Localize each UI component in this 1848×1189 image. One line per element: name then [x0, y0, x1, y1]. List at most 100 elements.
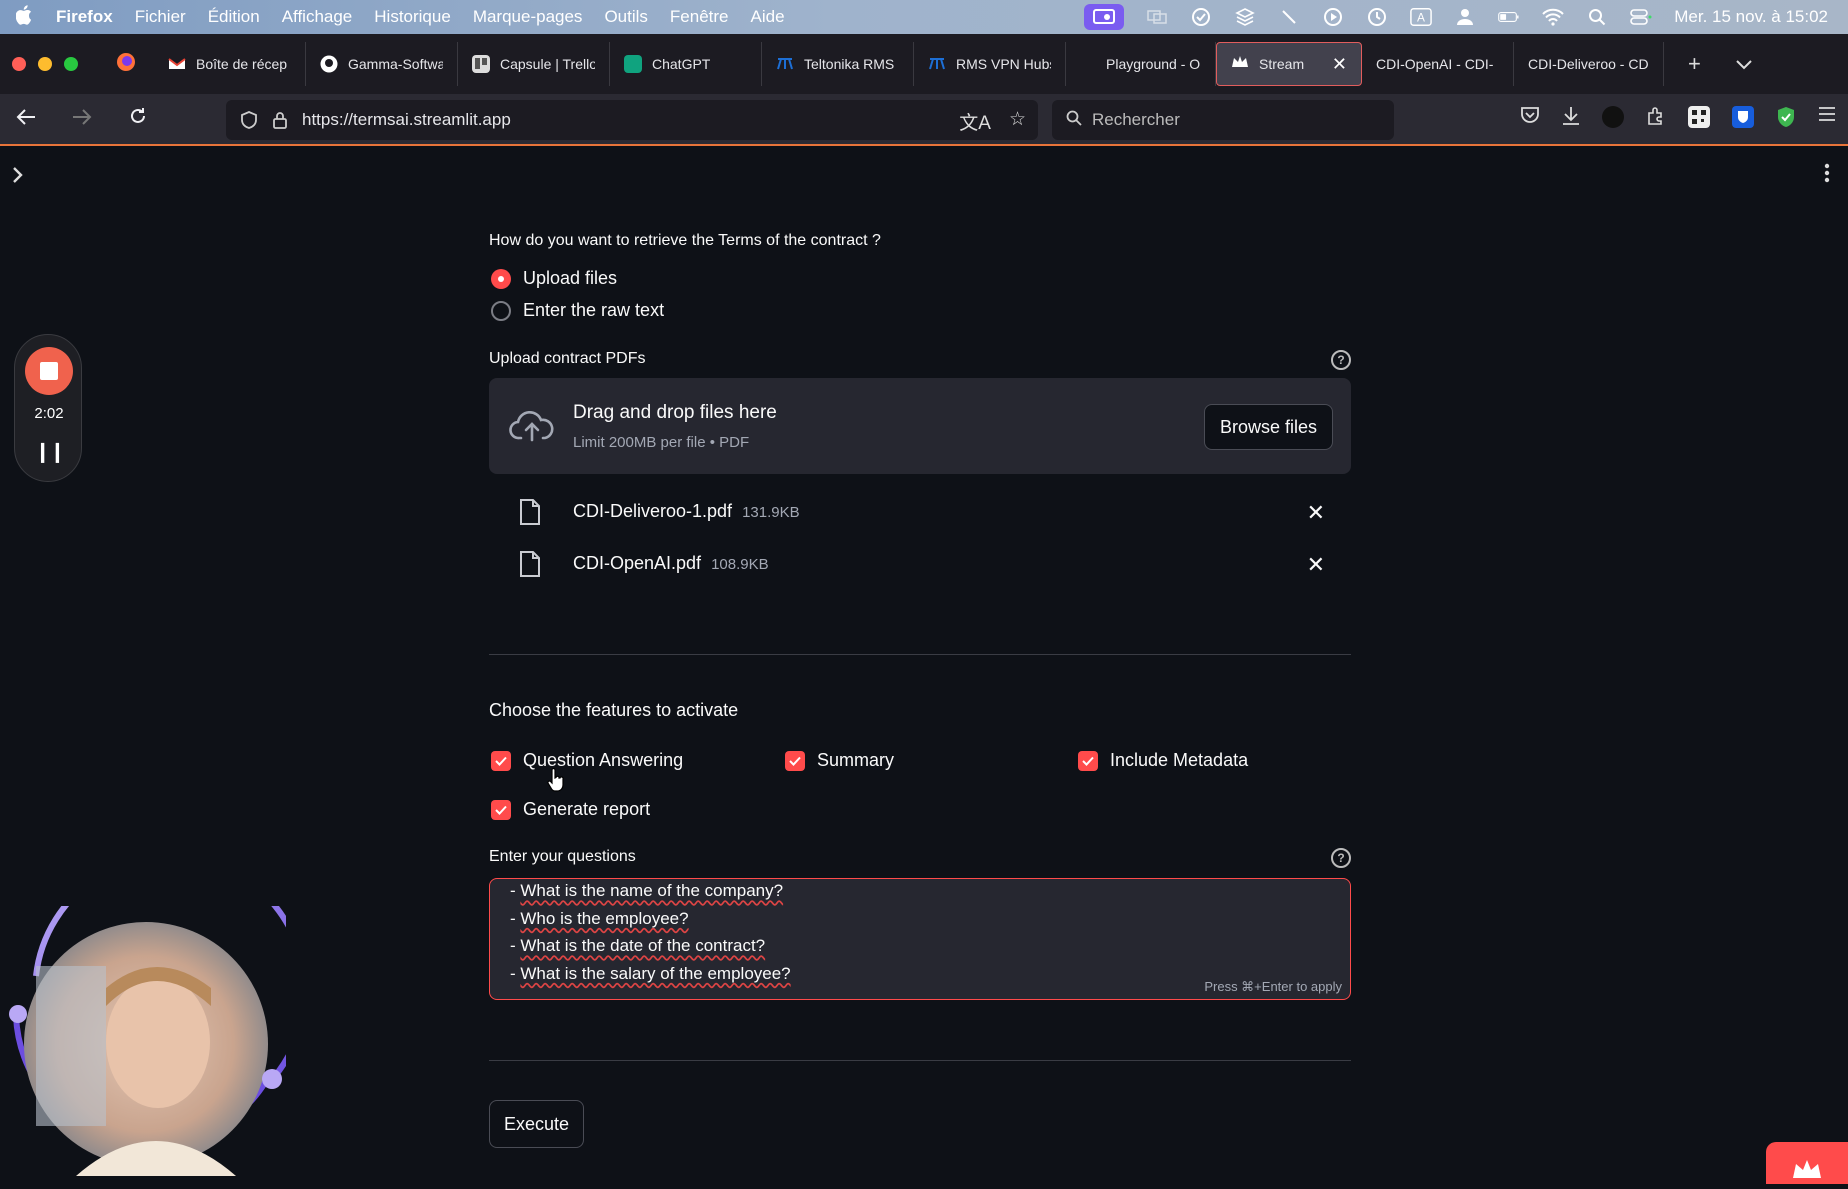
- adblock-shield-icon[interactable]: [1776, 106, 1796, 134]
- menu-fichier[interactable]: Fichier: [135, 7, 186, 27]
- search-icon: [1066, 110, 1082, 131]
- search-icon[interactable]: [1586, 6, 1608, 28]
- forward-arrow-icon[interactable]: [70, 106, 94, 132]
- kebab-menu-icon[interactable]: [1824, 162, 1830, 190]
- list-tabs-icon[interactable]: [1735, 51, 1753, 77]
- browser-tab-strip: Boîte de récep Gamma-Softwa Capsule | Tr…: [0, 34, 1848, 94]
- firefox-view-icon[interactable]: [116, 52, 136, 77]
- file-name: CDI-Deliveroo-1.pdf: [573, 501, 733, 521]
- menu-affichage[interactable]: Affichage: [282, 7, 353, 27]
- extensions-puzzle-icon[interactable]: [1646, 106, 1666, 134]
- tab-teltonika[interactable]: Teltonika RMS: [762, 42, 914, 86]
- address-bar[interactable]: https://termsai.streamlit.app 文A ☆: [226, 100, 1038, 140]
- menu-historique[interactable]: Historique: [374, 7, 451, 27]
- checkbox-question-answering[interactable]: Question Answering: [491, 750, 683, 771]
- qr-code-icon[interactable]: [1688, 106, 1710, 128]
- lock-icon[interactable]: [272, 111, 288, 129]
- checkbox-checked[interactable]: [785, 750, 805, 771]
- checkbox-include-metadata[interactable]: Include Metadata: [1078, 750, 1248, 771]
- webcam-overlay[interactable]: [6, 852, 309, 1184]
- remove-file-close-icon[interactable]: ✕: [1307, 500, 1325, 526]
- tab-chatgpt[interactable]: ChatGPT: [610, 42, 762, 86]
- radio-upload-files[interactable]: Upload files: [491, 268, 617, 289]
- bitwarden-shield-icon[interactable]: [1732, 106, 1754, 128]
- trello-icon: [472, 55, 490, 73]
- tab-trello[interactable]: Capsule | Trello: [458, 42, 610, 86]
- check-circle-icon[interactable]: [1190, 6, 1212, 28]
- streamlit-crown-icon[interactable]: [1766, 1142, 1848, 1184]
- menubar-datetime[interactable]: Mer. 15 nov. à 15:02: [1674, 7, 1828, 27]
- slash-icon[interactable]: [1278, 6, 1300, 28]
- tab-streamlit[interactable]: Streamlit ✕: [1216, 42, 1362, 86]
- execute-button[interactable]: Execute: [489, 1100, 585, 1148]
- reload-icon[interactable]: [126, 106, 150, 132]
- menu-outils[interactable]: Outils: [604, 7, 647, 27]
- menu-edition[interactable]: Édition: [208, 7, 260, 27]
- bookmark-star-icon[interactable]: ☆: [1009, 108, 1026, 135]
- translate-icon[interactable]: 文A: [959, 108, 991, 135]
- questions-text[interactable]: - What is the name of the company? - Who …: [510, 879, 791, 987]
- screen-recorder-widget: 2:02 ❙❙: [14, 334, 82, 482]
- tab-github[interactable]: Gamma-Softwa: [306, 42, 458, 86]
- checkbox-checked[interactable]: [1078, 750, 1098, 771]
- user-icon[interactable]: [1454, 6, 1476, 28]
- extension-icon[interactable]: [1602, 106, 1624, 128]
- apple-icon[interactable]: [15, 4, 38, 30]
- new-tab-icon[interactable]: +: [1688, 51, 1701, 77]
- control-center-icon[interactable]: [1630, 6, 1652, 28]
- question-text: What is the salary of the employee?: [520, 963, 791, 983]
- pocket-icon[interactable]: [1520, 106, 1540, 134]
- battery-icon[interactable]: [1498, 6, 1520, 28]
- pause-icon[interactable]: ❙❙: [15, 439, 83, 464]
- cloud-upload-icon: [509, 408, 555, 444]
- retrieve-method-label: How do you want to retrieve the Terms of…: [489, 232, 881, 249]
- questions-textarea[interactable]: - What is the name of the company? - Who …: [489, 878, 1351, 1000]
- screen-recorder-icon[interactable]: [1084, 4, 1125, 30]
- help-question-icon[interactable]: ?: [1331, 350, 1351, 370]
- input-source-icon[interactable]: A: [1410, 6, 1433, 28]
- menu-aide[interactable]: Aide: [751, 7, 785, 27]
- tab-cdi-deliveroo[interactable]: CDI-Deliveroo - CD: [1514, 42, 1664, 86]
- radio-button-selected[interactable]: [491, 268, 511, 289]
- file-dropzone[interactable]: Drag and drop files here Limit 200MB per…: [489, 378, 1351, 474]
- menu-app-name[interactable]: Firefox: [56, 7, 113, 27]
- search-placeholder: Rechercher: [1092, 110, 1180, 129]
- streamlit-crown-icon: [1231, 55, 1249, 73]
- menu-fenetre[interactable]: Fenêtre: [670, 7, 729, 27]
- tab-gmail[interactable]: Boîte de récep: [154, 42, 306, 86]
- checkbox-checked[interactable]: [491, 799, 511, 820]
- chevron-right-icon[interactable]: [12, 164, 24, 190]
- screen-mirror-icon[interactable]: [1146, 6, 1168, 28]
- close-tab-icon[interactable]: ✕: [1332, 54, 1347, 75]
- back-arrow-icon[interactable]: [14, 106, 38, 132]
- radio-enter-raw-text[interactable]: Enter the raw text: [491, 300, 664, 321]
- shield-icon[interactable]: [240, 111, 258, 129]
- minimize-window-button[interactable]: [38, 57, 52, 71]
- checkbox-checked[interactable]: [491, 750, 511, 771]
- wifi-icon[interactable]: [1542, 6, 1564, 28]
- help-question-icon[interactable]: ?: [1331, 848, 1351, 868]
- tab-rms-vpn[interactable]: RMS VPN Hubs: [914, 42, 1066, 86]
- stop-recording-button[interactable]: [25, 347, 73, 395]
- zoom-window-button[interactable]: [64, 57, 78, 71]
- menu-marque-pages[interactable]: Marque-pages: [473, 7, 583, 27]
- browse-files-button[interactable]: Browse files: [1203, 404, 1333, 450]
- tab-playground[interactable]: Playground - O: [1066, 42, 1216, 86]
- remove-file-close-icon[interactable]: ✕: [1307, 552, 1325, 578]
- tab-title: Gamma-Softwa: [348, 56, 443, 72]
- tab-cdi-openai[interactable]: CDI-OpenAI - CDI-: [1362, 42, 1514, 86]
- checkbox-summary[interactable]: Summary: [785, 750, 894, 771]
- layers-icon[interactable]: [1234, 6, 1256, 28]
- history-icon[interactable]: [1366, 6, 1388, 28]
- dropzone-title: Drag and drop files here: [573, 402, 777, 423]
- checkbox-label: Summary: [817, 750, 895, 770]
- url-text[interactable]: https://termsai.streamlit.app: [302, 110, 511, 130]
- close-window-button[interactable]: [12, 57, 26, 71]
- search-bar[interactable]: Rechercher: [1052, 100, 1394, 140]
- checkbox-generate-report[interactable]: Generate report: [491, 799, 650, 820]
- tab-strip-controls: +: [1688, 51, 1753, 77]
- hamburger-menu-icon[interactable]: [1818, 106, 1836, 134]
- radio-button[interactable]: [491, 300, 511, 321]
- play-circle-icon[interactable]: [1322, 6, 1344, 28]
- download-icon[interactable]: [1562, 106, 1580, 134]
